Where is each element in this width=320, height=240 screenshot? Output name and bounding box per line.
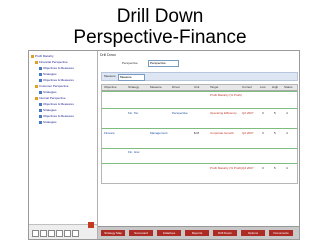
column-header: High [272,85,279,89]
perspective-label: Perspective [122,61,138,65]
tab-initiatives[interactable]: Initiatives [157,230,181,236]
table-cell: Profit Maturity (% Profit) [210,166,242,170]
app-window: Profit Maturity Financial Perspective Ob… [28,50,300,240]
row-separator [102,108,297,109]
measure-label: Measure [104,74,116,78]
column-header: Strategy [128,85,140,89]
table-cell: 5 [274,131,276,135]
table-cell: Perspective [172,111,188,115]
table-cell: Q2 2007 [242,166,254,170]
tree-toolbar [29,222,97,239]
table-cell: Fin. Tar. [128,111,139,115]
document-icon [39,102,42,106]
tree-item[interactable]: Strategies [39,120,57,125]
tree-item[interactable]: Objectives & Measures [39,78,74,83]
pane-header: Drill Down [100,53,116,57]
bottom-tab-bar: Strategy Map Scorecard Initiatives Repor… [98,226,299,239]
navigation-tree: Profit Maturity Financial Perspective Ob… [29,51,98,239]
folder-icon [35,60,38,64]
table-cell: $ M [194,131,200,135]
tree-item[interactable]: Objectives & Measures [39,66,74,71]
column-header: Current [242,85,253,89]
tab-scorecard[interactable]: Scorecard [129,230,153,236]
row-separator [102,163,297,164]
column-header: Low [260,85,266,89]
table-cell: Profit Maturity (% Profit) [210,93,242,97]
tree-item[interactable]: Financial Perspective [35,60,68,65]
measure-select[interactable]: Measure [118,74,145,81]
table-cell: 5 [274,166,276,170]
tree-item[interactable]: Objectives & Measures [39,114,74,119]
table-cell: Operating Efficiency [210,111,237,115]
column-header: Unit [194,85,200,89]
tab-documents[interactable]: Documents [269,230,293,236]
tree-item[interactable]: Strategies [39,72,57,77]
row-separator [102,128,297,129]
table-cell: 4 [286,111,288,115]
table-cell: Finance [104,131,115,135]
document-icon [39,72,42,76]
document-icon [39,120,42,124]
table-cell: 3 [262,131,264,135]
measure-filter-bar: Measure Measure [101,72,298,81]
column-header: Objective [104,85,117,89]
document-icon [39,78,42,82]
tree-item[interactable]: Strategies [39,90,57,95]
column-header: Status [284,85,293,89]
tab-strategy-map[interactable]: Strategy Map [101,230,125,236]
document-icon [39,108,42,112]
document-icon [39,66,42,70]
slide-title-line2: Perspective-Finance [73,27,247,48]
table-cell: 5 [274,111,276,115]
document-icon [39,90,42,94]
table-cell: Q2 2007 [242,131,254,135]
tree-item[interactable]: Internal Perspective [35,96,66,101]
slide-title-line1: Drill Down [116,6,204,27]
tree-item[interactable]: Objectives & Measures [39,102,74,107]
toolbar-icon[interactable] [40,230,47,237]
table-cell: 4 [286,131,288,135]
toolbar-icon[interactable] [64,230,71,237]
toolbar-icon[interactable] [72,230,79,237]
tab-reports[interactable]: Reports [185,230,209,236]
folder-icon [31,54,34,58]
toolbar-icon[interactable] [48,230,55,237]
folder-icon [35,84,38,88]
tree-item[interactable]: Strategies [39,108,57,113]
row-separator [102,91,297,92]
table-cell: Q2 2007 [242,111,254,115]
tree-item[interactable]: Customer Perspective [35,84,69,89]
drill-down-table: Objective Strategy Measure Driver Unit T… [101,84,298,184]
table-cell: Management [150,131,168,135]
toolbar-icon[interactable] [56,230,63,237]
column-header: Target [210,85,219,89]
perspective-row: Perspective Perspective [102,60,292,67]
folder-icon [35,96,38,100]
table-cell: Corporate Growth [210,131,234,135]
table-cell: Fin. Grw. [128,150,141,154]
row-separator [102,148,297,149]
column-header: Measure [150,85,162,89]
table-cell: 3 [262,111,264,115]
tree-item[interactable]: Profit Maturity [31,54,54,59]
tab-drill-down[interactable]: Drill Down [213,230,237,236]
table-cell: 3 [262,166,264,170]
drill-down-pane: Drill Down Perspective Perspective Measu… [98,51,299,239]
document-icon [39,114,42,118]
alert-icon[interactable] [88,222,94,228]
column-header: Driver [172,85,180,89]
tab-options[interactable]: Options [241,230,265,236]
slide-title: Drill Down Perspective-Finance [0,6,320,48]
table-cell: 4 [286,166,288,170]
perspective-select[interactable]: Perspective [148,60,179,67]
toolbar-icon[interactable] [32,230,39,237]
